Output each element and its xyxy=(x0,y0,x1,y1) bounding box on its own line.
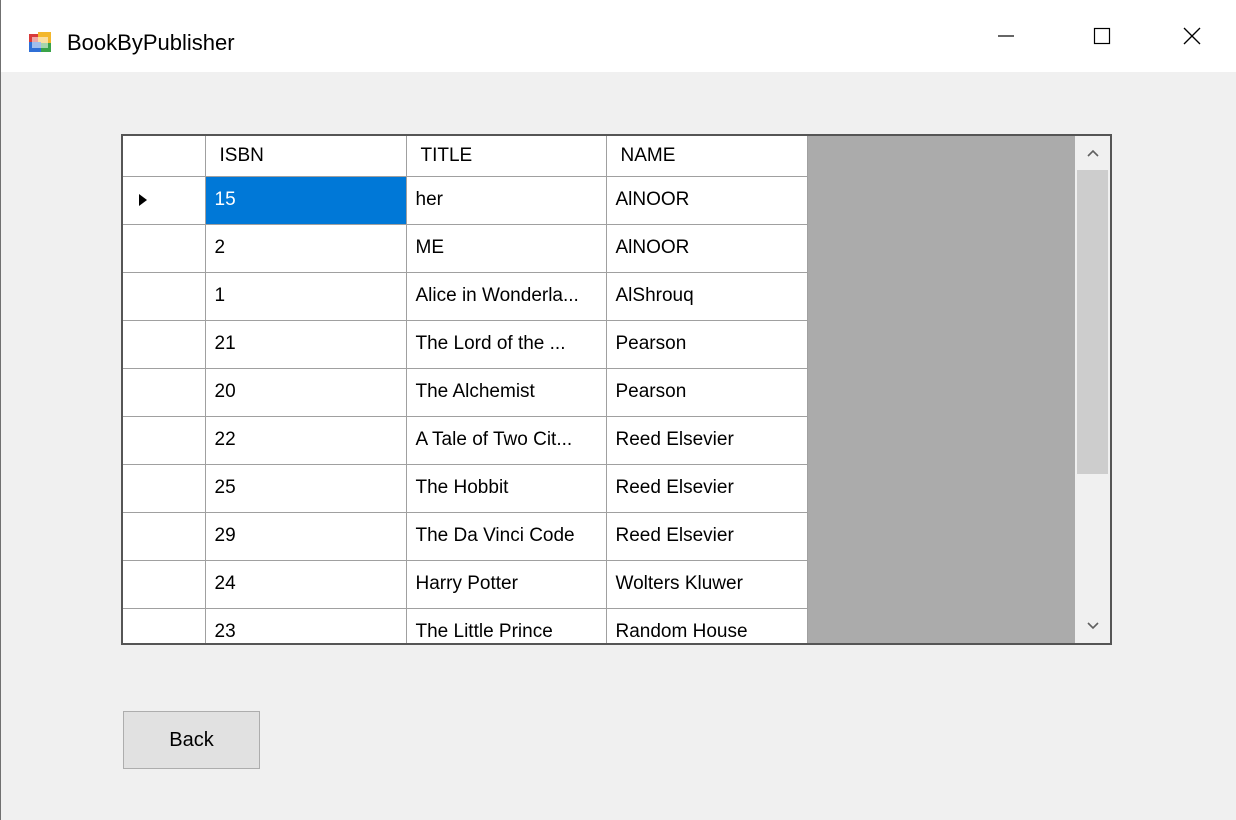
row-header[interactable] xyxy=(123,464,206,513)
scroll-thumb[interactable] xyxy=(1077,170,1108,474)
table-row[interactable]: 20 The Alchemist Pearson xyxy=(123,368,808,417)
window-title: BookByPublisher xyxy=(67,30,235,55)
row-header[interactable] xyxy=(123,368,206,417)
row-header[interactable] xyxy=(123,272,206,321)
cell-name[interactable]: AlNOOR xyxy=(606,176,808,225)
chevron-up-icon xyxy=(1086,149,1099,157)
table-row[interactable]: 21 The Lord of the ... Pearson xyxy=(123,320,808,369)
chevron-down-icon xyxy=(1086,622,1099,630)
title-bar[interactable]: BookByPublisher xyxy=(1,0,1236,72)
cell-isbn[interactable]: 20 xyxy=(205,368,407,417)
table-row[interactable]: 22 A Tale of Two Cit... Reed Elsevier xyxy=(123,416,808,465)
vertical-scrollbar[interactable] xyxy=(1075,136,1110,643)
row-header[interactable] xyxy=(123,224,206,273)
book-table: ISBN TITLE NAME 15 her AlNOOR 2 ME AlNOOR 1 Ali… xyxy=(123,136,808,643)
header-row: ISBN TITLE NAME xyxy=(123,136,808,177)
cell-name[interactable]: Reed Elsevier xyxy=(606,416,808,465)
cell-title[interactable]: The Little Prince xyxy=(406,608,607,643)
cell-title[interactable]: her xyxy=(406,176,607,225)
table-row[interactable]: 24 Harry Potter Wolters Kluwer xyxy=(123,560,808,609)
cell-name[interactable]: AlShrouq xyxy=(606,272,808,321)
cell-title[interactable]: The Da Vinci Code xyxy=(406,512,607,561)
cell-title[interactable]: A Tale of Two Cit... xyxy=(406,416,607,465)
cell-isbn[interactable]: 15 xyxy=(205,176,407,225)
row-header[interactable] xyxy=(123,416,206,465)
row-header[interactable] xyxy=(123,176,206,225)
cell-title[interactable]: Alice in Wonderla... xyxy=(406,272,607,321)
cell-isbn[interactable]: 22 xyxy=(205,416,407,465)
cell-isbn[interactable]: 24 xyxy=(205,560,407,609)
app-window: BookByPublisher ISBN TITLE NAME 15 her A… xyxy=(0,0,1236,820)
cell-isbn[interactable]: 21 xyxy=(205,320,407,369)
app-form-icon xyxy=(29,32,51,52)
table-row[interactable]: 15 her AlNOOR xyxy=(123,176,808,225)
close-button[interactable] xyxy=(1152,0,1232,72)
column-header-title[interactable]: TITLE xyxy=(406,136,607,177)
table-row[interactable]: 25 The Hobbit Reed Elsevier xyxy=(123,464,808,513)
row-header[interactable] xyxy=(123,320,206,369)
cell-name[interactable]: Reed Elsevier xyxy=(606,464,808,513)
cell-name[interactable]: Reed Elsevier xyxy=(606,512,808,561)
maximize-icon xyxy=(1093,27,1111,45)
column-header-isbn[interactable]: ISBN xyxy=(205,136,407,177)
cell-name[interactable]: Pearson xyxy=(606,320,808,369)
cell-title[interactable]: The Alchemist xyxy=(406,368,607,417)
maximize-button[interactable] xyxy=(1062,0,1142,72)
grid-body: 15 her AlNOOR 2 ME AlNOOR 1 Alice in Wonderla..… xyxy=(123,176,808,643)
minimize-button[interactable] xyxy=(966,0,1046,72)
book-data-grid[interactable]: ISBN TITLE NAME 15 her AlNOOR 2 ME AlNOOR 1 Ali… xyxy=(121,134,1112,645)
table-row[interactable]: 29 The Da Vinci Code Reed Elsevier xyxy=(123,512,808,561)
table-row[interactable]: 1 Alice in Wonderla... AlShrouq xyxy=(123,272,808,321)
cell-name[interactable]: Wolters Kluwer xyxy=(606,560,808,609)
table-row[interactable]: 2 ME AlNOOR xyxy=(123,224,808,273)
current-row-arrow-icon xyxy=(139,194,147,206)
column-header-name[interactable]: NAME xyxy=(606,136,808,177)
row-header[interactable] xyxy=(123,560,206,609)
cell-name[interactable]: AlNOOR xyxy=(606,224,808,273)
cell-isbn[interactable]: 2 xyxy=(205,224,407,273)
cell-title[interactable]: ME xyxy=(406,224,607,273)
cell-name[interactable]: Random House xyxy=(606,608,808,643)
row-header[interactable] xyxy=(123,608,206,643)
cell-title[interactable]: Harry Potter xyxy=(406,560,607,609)
cell-isbn[interactable]: 1 xyxy=(205,272,407,321)
minimize-icon xyxy=(998,35,1014,37)
scroll-down-button[interactable] xyxy=(1075,609,1110,643)
table-row[interactable]: 23 The Little Prince Random House xyxy=(123,608,808,643)
cell-name[interactable]: Pearson xyxy=(606,368,808,417)
cell-title[interactable]: The Hobbit xyxy=(406,464,607,513)
back-button[interactable]: Back xyxy=(123,711,260,769)
cell-isbn[interactable]: 25 xyxy=(205,464,407,513)
cell-isbn[interactable]: 23 xyxy=(205,608,407,643)
cell-isbn[interactable]: 29 xyxy=(205,512,407,561)
scroll-up-button[interactable] xyxy=(1075,136,1110,170)
row-header-corner[interactable] xyxy=(123,136,206,177)
cell-title[interactable]: The Lord of the ... xyxy=(406,320,607,369)
close-icon xyxy=(1183,27,1201,45)
row-header[interactable] xyxy=(123,512,206,561)
